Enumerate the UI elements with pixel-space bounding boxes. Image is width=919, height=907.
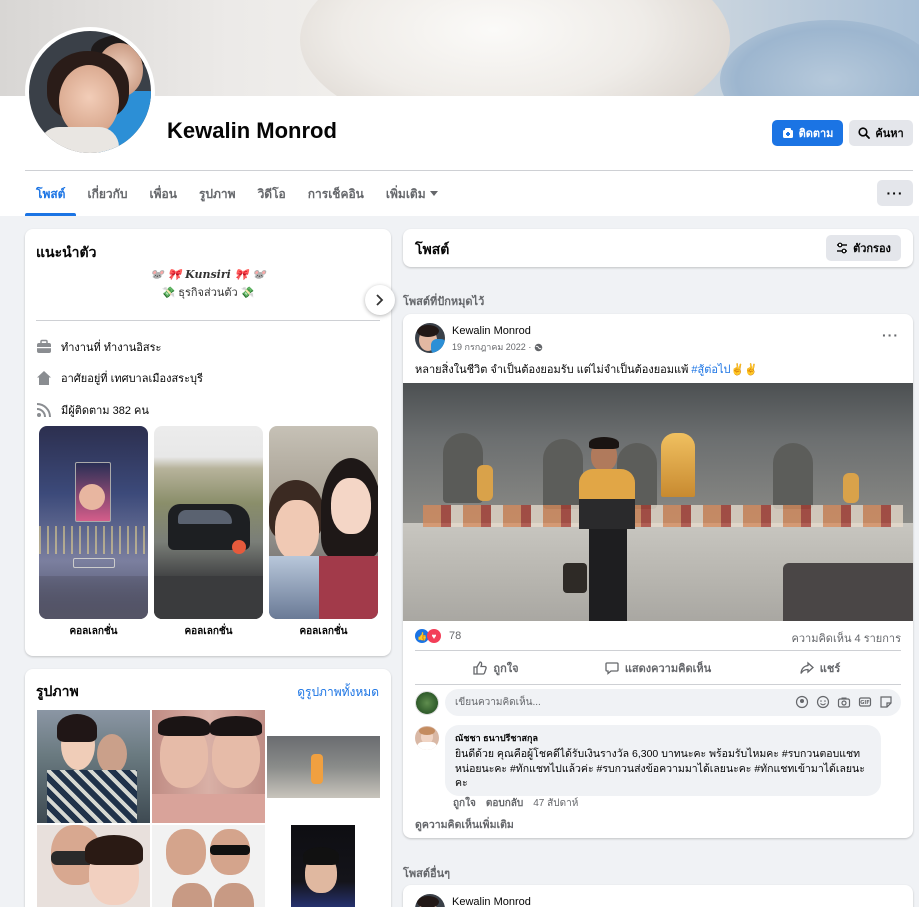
pinned-posts-label: โพสต์ที่ปักหมุดไว้	[403, 296, 485, 308]
globe-icon	[535, 343, 543, 351]
photo-thumb[interactable]	[37, 825, 150, 907]
rss-icon	[36, 403, 51, 418]
post: Kewalin Monrod	[403, 885, 913, 907]
highlight-label: คอลเลกชั่น	[299, 626, 348, 637]
photo-grid	[37, 710, 380, 907]
highlight-item[interactable]	[269, 426, 378, 619]
post-actions: ถูกใจ แสดงความคิดเห็น แชร์	[415, 654, 901, 682]
comment-button[interactable]: แสดงความคิดเห็น	[577, 654, 739, 682]
bio-line-2: 💸 ธุรกิจส่วนตัว 💸	[161, 287, 255, 299]
comment-time[interactable]: 47 สัปดาห์	[533, 796, 578, 811]
comment-bubble: ณัชชา ธนาปรีชาสกุล ยินดีด้วย คุณคือผู้โช…	[445, 725, 881, 796]
tab-about[interactable]: เกี่ยวกับ	[76, 172, 138, 216]
tab-more[interactable]: เพิ่มเติม	[375, 172, 449, 216]
highlight-item[interactable]	[39, 426, 148, 619]
share-button[interactable]: แชร์	[739, 654, 901, 682]
photo-thumb[interactable]	[267, 710, 380, 823]
chevron-right-icon	[376, 294, 384, 306]
post-author-avatar[interactable]	[415, 323, 445, 353]
my-avatar[interactable]	[415, 691, 439, 715]
other-posts-label: โพสต์อื่นๆ	[403, 868, 451, 880]
intro-lives: อาศัยอยู่ที่ เทศบาลเมืองสระบุรี	[36, 369, 203, 387]
comment-meta: ถูกใจ ตอบกลับ 47 สัปดาห์	[453, 796, 578, 811]
camera-icon[interactable]	[837, 695, 851, 709]
profile-name: Kewalin Monrod	[167, 118, 337, 143]
follow-icon	[782, 128, 793, 138]
intro-title: แนะนำตัว	[36, 244, 97, 260]
post-photo[interactable]	[403, 383, 913, 621]
post-hashtag[interactable]: #สู้ต่อไป	[691, 364, 730, 376]
posts-header-card: โพสต์ ตัวกรอง	[403, 229, 913, 267]
svg-text:GIF: GIF	[860, 700, 869, 706]
briefcase-icon	[37, 339, 51, 353]
emoji-icon[interactable]	[816, 695, 830, 709]
profile-tabs: โพสต์ เกี่ยวกับ เพื่อน รูปภาพ วิดีโอ การ…	[25, 172, 449, 216]
comment-icon	[605, 662, 619, 675]
post-author-name[interactable]: Kewalin Monrod	[452, 325, 531, 337]
like-button[interactable]: ถูกใจ	[415, 654, 577, 682]
post-author-avatar[interactable]	[415, 894, 445, 907]
caret-down-icon	[429, 191, 438, 196]
photo-thumb[interactable]	[267, 825, 380, 907]
tab-checkins[interactable]: การเช็คอิน	[297, 172, 375, 216]
commenter-name[interactable]: ณัชชา ธนาปรีชาสกุล	[455, 731, 871, 745]
posts-title: โพสต์	[415, 241, 450, 257]
tab-videos[interactable]: วิดีโอ	[247, 172, 297, 216]
comment-count[interactable]: ความคิดเห็น 4 รายการ	[791, 629, 901, 647]
post-more-options[interactable]: ···	[882, 327, 899, 343]
photo-thumb[interactable]	[37, 710, 150, 823]
intro-followers: มีผู้ติดตาม 382 คน	[36, 401, 149, 419]
comment-input[interactable]: เขียนความคิดเห็น... GIF	[445, 689, 901, 716]
photos-card: รูปภาพ ดูรูปภาพทั้งหมด	[25, 669, 391, 907]
filter-button[interactable]: ตัวกรอง	[826, 235, 901, 261]
comment-text: ยินดีด้วย คุณคือผู้โชคดีได้รับเงินรางวัล…	[455, 748, 865, 789]
filter-icon	[837, 242, 848, 254]
tab-photos[interactable]: รูปภาพ	[188, 172, 247, 216]
gif-icon[interactable]: GIF	[858, 695, 872, 709]
comment-tools: GIF	[795, 695, 893, 709]
search-icon	[858, 127, 871, 139]
home-icon	[37, 371, 51, 385]
sticker-icon[interactable]	[879, 695, 893, 709]
photos-title: รูปภาพ	[36, 683, 79, 699]
highlight-label: คอลเลกชั่น	[69, 626, 118, 637]
header-divider	[25, 170, 913, 171]
next-arrow-button[interactable]	[365, 285, 395, 315]
reaction-summary[interactable]: 👍 ♥ 78	[415, 629, 461, 643]
love-reaction-icon: ♥	[427, 629, 441, 643]
share-icon	[800, 661, 814, 674]
comment-like-button[interactable]: ถูกใจ	[453, 796, 476, 811]
highlight-label: คอลเลกชั่น	[184, 626, 233, 637]
avatar-sticker-icon[interactable]	[795, 695, 809, 709]
post-date[interactable]: 19 กรกฎาคม 2022 ·	[452, 340, 543, 354]
highlights-row	[39, 426, 378, 619]
search-button[interactable]: ค้นหา	[849, 120, 913, 146]
view-more-comments[interactable]: ดูความคิดเห็นเพิ่มเติม	[415, 816, 514, 833]
see-all-photos-link[interactable]: ดูรูปภาพทั้งหมด	[297, 683, 379, 702]
intro-divider	[36, 320, 380, 321]
thumbs-up-icon	[473, 661, 488, 675]
profile-avatar[interactable]	[25, 27, 155, 157]
post-author-name[interactable]: Kewalin Monrod	[452, 896, 531, 907]
bio-line-1: 🐭 🎀 Kunsiri 🎀 🐭	[150, 268, 266, 281]
post-text: หลายสิ่งในชีวิต จำเป็นต้องยอมรับ แต่ไม่จ…	[415, 364, 758, 376]
more-options-button[interactable]: ···	[877, 180, 913, 206]
intro-work: ทำงานที่ ทำงานอิสระ	[36, 338, 161, 356]
photo-thumb[interactable]	[152, 710, 265, 823]
reaction-count: 78	[449, 630, 462, 642]
commenter-avatar[interactable]	[415, 726, 439, 750]
pinned-post: Kewalin Monrod 19 กรกฎาคม 2022 · ··· หลา…	[403, 314, 913, 838]
search-label: ค้นหา	[875, 128, 904, 140]
post-divider	[415, 650, 901, 651]
intro-card: แนะนำตัว 🐭 🎀 Kunsiri 🎀 🐭 💸 ธุรกิจส่วนตัว…	[25, 229, 391, 656]
follow-button[interactable]: ติดตาม	[772, 120, 843, 146]
tab-posts[interactable]: โพสต์	[25, 172, 77, 216]
comment-reply-button[interactable]: ตอบกลับ	[486, 796, 523, 811]
post-divider	[415, 684, 901, 685]
follow-label: ติดตาม	[798, 128, 834, 140]
highlight-item[interactable]	[154, 426, 263, 619]
photo-thumb[interactable]	[152, 825, 265, 907]
tab-friends[interactable]: เพื่อน	[139, 172, 188, 216]
